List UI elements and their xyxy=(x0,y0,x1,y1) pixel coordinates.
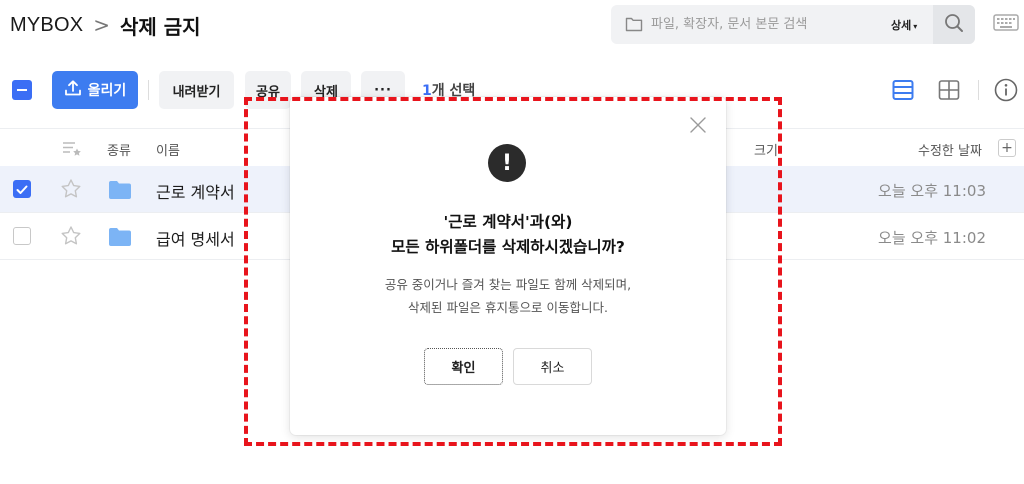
upload-button[interactable]: 올리기 xyxy=(52,71,138,109)
file-modified-date: 오늘 오후 11:03 xyxy=(878,182,986,200)
search-button[interactable] xyxy=(933,5,975,44)
list-view-icon[interactable] xyxy=(892,79,914,105)
search-detail-label: 상세 xyxy=(891,19,912,32)
magnifier-icon xyxy=(944,13,964,37)
chevron-down-icon: ▾ xyxy=(913,22,918,31)
download-button[interactable]: 내려받기 xyxy=(159,71,234,109)
row-checkbox[interactable] xyxy=(13,180,31,198)
search-input[interactable] xyxy=(651,5,881,44)
upload-arrow-icon xyxy=(64,79,82,101)
file-name[interactable]: 근로 계약서 xyxy=(156,179,235,203)
column-header-name[interactable]: 이름 xyxy=(156,140,180,159)
indeterminate-mark xyxy=(17,89,27,91)
folder-outline-icon xyxy=(625,16,643,36)
check-icon xyxy=(16,180,28,199)
highlight-frame xyxy=(244,97,782,446)
info-icon[interactable] xyxy=(994,78,1018,106)
row-checkbox[interactable] xyxy=(13,227,31,245)
file-name[interactable]: 급여 명세서 xyxy=(156,226,235,250)
column-header-type[interactable]: 종류 xyxy=(107,140,131,159)
search-detail-dropdown[interactable]: 상세 ▾ xyxy=(891,17,917,33)
search-bar: 상세▾ xyxy=(611,5,975,44)
breadcrumb-root-mybox[interactable]: MYBOX xyxy=(10,14,83,37)
add-column-button[interactable]: + xyxy=(998,139,1016,157)
toolbar-divider xyxy=(978,80,979,100)
select-all-checkbox[interactable] xyxy=(12,80,32,100)
toolbar-divider xyxy=(148,80,149,100)
breadcrumb: MYBOX > 삭제 금지 xyxy=(10,10,201,40)
breadcrumb-current-folder: 삭제 금지 xyxy=(120,14,201,39)
keyboard-icon[interactable] xyxy=(993,14,1019,38)
sort-star-icon[interactable] xyxy=(62,140,82,160)
folder-icon xyxy=(108,180,132,203)
folder-icon xyxy=(108,227,132,250)
upload-label: 올리기 xyxy=(87,83,127,99)
star-outline-icon[interactable] xyxy=(60,225,82,251)
column-header-modified[interactable]: 수정한 날짜 xyxy=(918,140,982,159)
star-outline-icon[interactable] xyxy=(60,178,82,204)
breadcrumb-separator: > xyxy=(93,13,111,37)
file-modified-date: 오늘 오후 11:02 xyxy=(878,229,986,247)
grid-view-icon[interactable] xyxy=(938,79,960,105)
